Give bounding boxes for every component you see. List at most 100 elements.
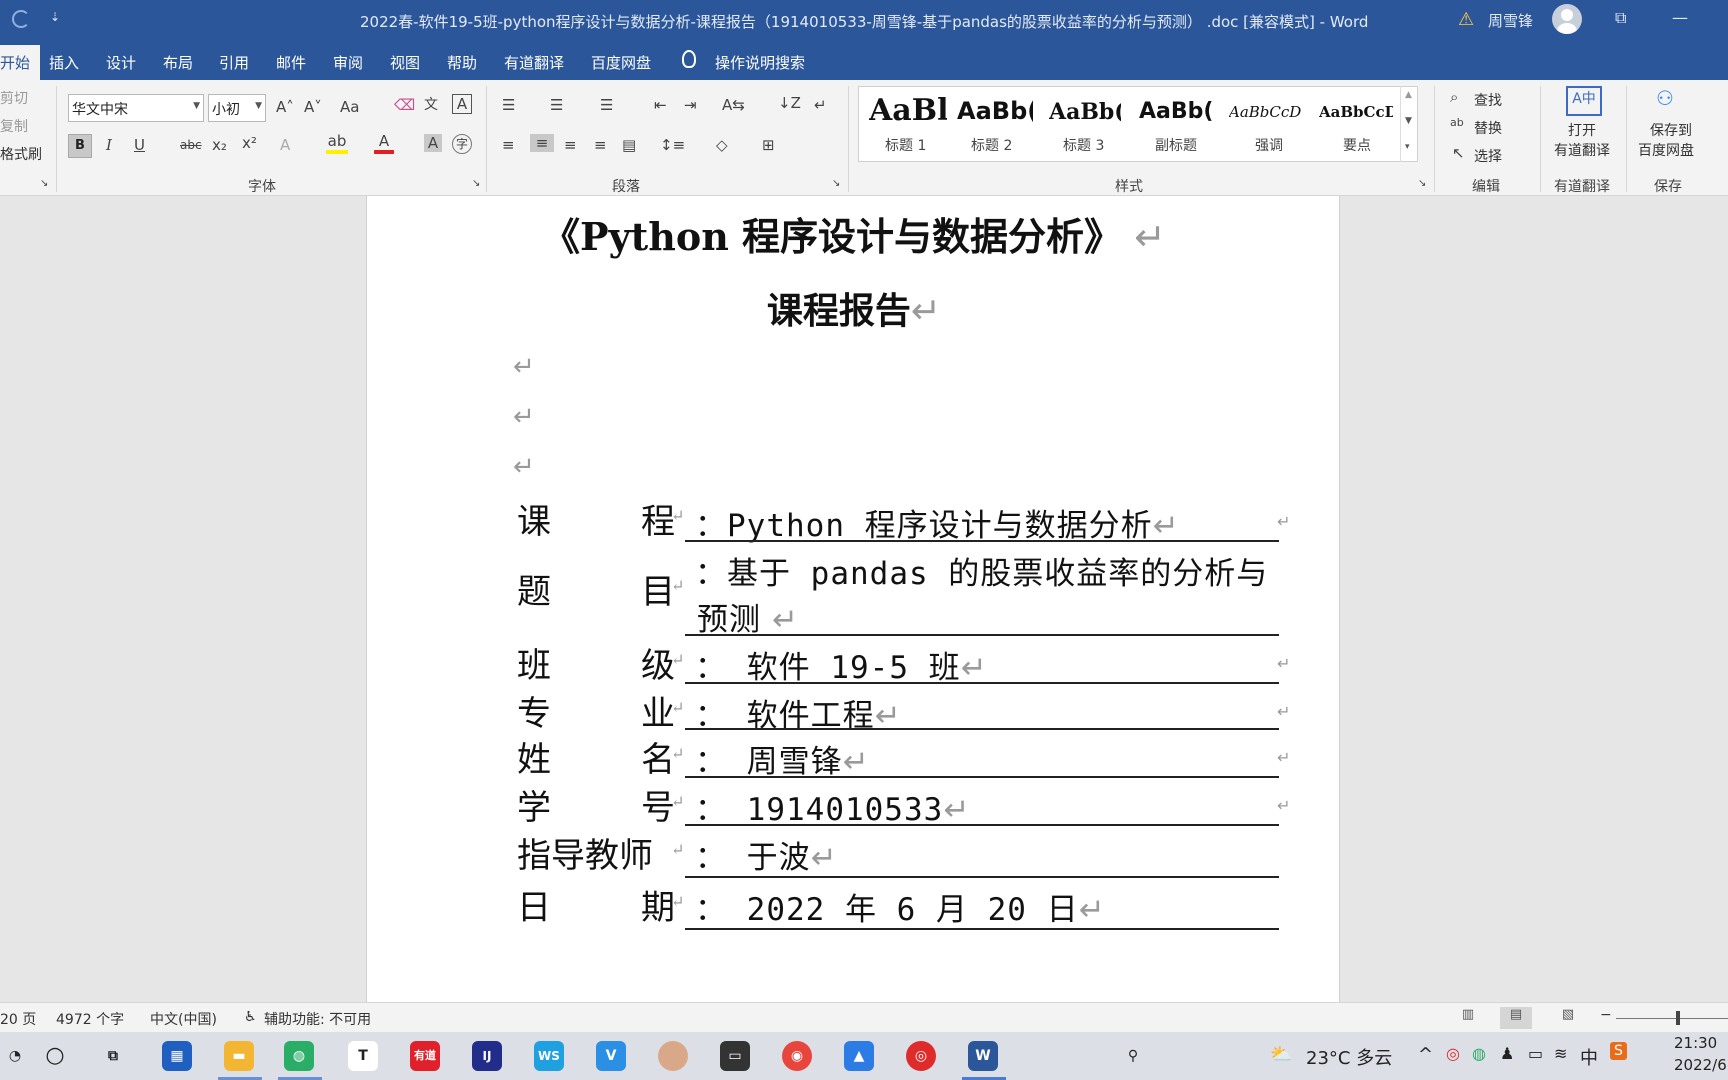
profile-photo-icon[interactable] <box>658 1041 688 1071</box>
tab-help[interactable]: 帮助 <box>447 52 477 73</box>
ime-indicator[interactable]: 中 <box>1580 1044 1598 1070</box>
accessibility-icon[interactable]: ♿ <box>244 1009 257 1025</box>
select-button[interactable]: 选择 <box>1474 146 1502 166</box>
user-name[interactable]: 周雪锋 <box>1488 10 1533 31</box>
replace-icon[interactable]: ab <box>1450 116 1464 129</box>
word-icon[interactable]: W <box>968 1041 998 1071</box>
enclose-characters-icon[interactable]: 字 <box>452 134 472 154</box>
chinese-layout-icon[interactable]: A⇆ <box>722 96 745 114</box>
phonetic-guide-icon[interactable]: 文 <box>424 94 438 114</box>
format-painter-button[interactable]: 格式刷 <box>0 144 42 164</box>
battery-icon[interactable]: ▭ <box>1528 1044 1543 1063</box>
photos-icon[interactable]: ▲ <box>844 1041 874 1071</box>
show-marks-icon[interactable]: ↵ <box>814 96 827 114</box>
search-icon[interactable]: ⌕ <box>1450 88 1458 106</box>
align-right-icon[interactable]: ≡ <box>564 136 577 154</box>
save-baidu-line1[interactable]: 保存到 <box>1650 120 1692 140</box>
language-status[interactable]: 中文(中国) <box>150 1009 217 1029</box>
typora-icon[interactable]: T <box>348 1041 378 1071</box>
weather-text[interactable]: 23°C 多云 <box>1306 1044 1392 1070</box>
accessibility-status[interactable]: 辅助功能: 不可用 <box>264 1009 371 1029</box>
bold-icon[interactable]: B <box>68 134 92 158</box>
warning-icon[interactable]: ⚠ <box>1458 9 1474 30</box>
tab-mailings[interactable]: 邮件 <box>276 52 306 73</box>
clear-formatting-icon[interactable]: ⌫ <box>394 96 415 114</box>
youdao-dict-icon[interactable]: 有道 <box>410 1041 440 1071</box>
task-view-icon[interactable]: ⧉ <box>98 1041 128 1071</box>
tab-home[interactable]: 开始 <box>0 45 41 80</box>
cut-button[interactable]: 剪切 <box>0 88 28 108</box>
autosave-icon[interactable] <box>12 10 30 28</box>
tab-layout[interactable]: 布局 <box>163 52 193 73</box>
zoom-slider[interactable] <box>1616 1018 1728 1019</box>
youdao-translate-icon[interactable]: A中 <box>1566 86 1602 116</box>
zoom-out-icon[interactable]: − <box>1600 1007 1612 1023</box>
shrink-font-icon[interactable]: A˅ <box>304 98 322 116</box>
print-layout-icon[interactable]: ▤ <box>1500 1007 1532 1029</box>
align-center-icon[interactable]: ≡ <box>530 134 554 152</box>
more-styles-icon[interactable]: ▾ <box>1405 142 1410 152</box>
bullets-icon[interactable]: ☰ <box>502 96 515 114</box>
chrome-icon[interactable]: ◉ <box>782 1041 812 1071</box>
tab-insert[interactable]: 插入 <box>49 52 79 73</box>
dialog-launcher-icon[interactable]: ↘ <box>1418 178 1426 189</box>
underline-icon[interactable]: U <box>134 136 145 154</box>
align-left-icon[interactable]: ≡ <box>502 136 515 154</box>
chevron-up-icon[interactable]: ^ <box>1418 1044 1433 1065</box>
numbering-icon[interactable]: ☰ <box>550 96 563 114</box>
text-effects-icon[interactable]: A <box>280 136 290 154</box>
lightbulb-icon[interactable] <box>682 50 696 68</box>
sogou-ime-icon[interactable]: S <box>1610 1042 1627 1060</box>
tab-view[interactable]: 视图 <box>390 52 420 73</box>
tell-me-search[interactable]: 操作说明搜索 <box>715 52 805 73</box>
webstorm-icon[interactable]: WS <box>534 1041 564 1071</box>
open-youdao-line2[interactable]: 有道翻译 <box>1554 140 1610 160</box>
wifi-icon[interactable]: ≋ <box>1554 1044 1567 1063</box>
open-youdao-line1[interactable]: 打开 <box>1568 120 1596 140</box>
file-explorer-icon[interactable]: ▬ <box>224 1041 254 1071</box>
font-size-combo[interactable]: 小初 ▼ <box>208 94 266 122</box>
web-layout-icon[interactable]: ▧ <box>1552 1007 1584 1029</box>
read-mode-icon[interactable]: ▥ <box>1452 1007 1484 1029</box>
qq-tray-icon[interactable]: ♟ <box>1500 1044 1514 1063</box>
highlight-icon[interactable]: ab <box>326 132 348 154</box>
document-page[interactable]: 《Python 程序设计与数据分析》 ↵ 课程报告↵ ↵ ↵ ↵ 课 程 ↵ ：… <box>366 196 1340 1002</box>
ribbon-display-options-icon[interactable]: ⧉ <box>1615 8 1626 28</box>
distributed-icon[interactable]: ▤ <box>622 136 636 154</box>
vscode-icon[interactable]: V <box>596 1041 626 1071</box>
change-case-icon[interactable]: Aa <box>340 98 359 116</box>
copy-button[interactable]: 复制 <box>0 116 28 136</box>
windows-start-icon[interactable]: ◔ <box>0 1041 30 1071</box>
word-count[interactable]: 4972 个字 <box>56 1009 124 1029</box>
cursor-icon[interactable]: ↖ <box>1452 144 1465 162</box>
search-icon[interactable]: ○ <box>40 1041 70 1071</box>
strikethrough-icon[interactable]: abc <box>180 138 202 152</box>
gallery-scroll[interactable]: ▲ ▼ ▾ <box>1400 86 1418 162</box>
clock-time[interactable]: 21:30 <box>1674 1034 1717 1052</box>
netease-music-icon[interactable]: ◎ <box>906 1041 936 1071</box>
increase-indent-icon[interactable]: ⇥ <box>684 96 697 114</box>
terminal-icon[interactable]: ▭ <box>720 1041 750 1071</box>
tab-youdao[interactable]: 有道翻译 <box>504 52 564 73</box>
borders-icon[interactable]: ⊞ <box>762 136 775 154</box>
grow-font-icon[interactable]: A˄ <box>276 98 294 116</box>
justify-icon[interactable]: ≡ <box>594 136 607 154</box>
minimize-button[interactable]: — <box>1672 8 1688 27</box>
people-icon[interactable]: ⚲ <box>1118 1041 1148 1071</box>
tab-baidu[interactable]: 百度网盘 <box>591 52 651 73</box>
page-count[interactable]: 20 页 <box>0 1009 36 1029</box>
font-name-combo[interactable]: 华文中宋 ▼ <box>68 94 204 122</box>
character-border-icon[interactable]: A <box>452 94 472 114</box>
baidu-netdisk-icon[interactable]: ⚇ <box>1656 86 1674 110</box>
decrease-indent-icon[interactable]: ⇤ <box>654 96 667 114</box>
sort-icon[interactable]: ↓Z <box>778 94 801 112</box>
subscript-icon[interactable]: x₂ <box>212 136 227 154</box>
tab-references[interactable]: 引用 <box>219 52 249 73</box>
dialog-launcher-icon[interactable]: ↘ <box>472 178 480 189</box>
chevron-down-icon[interactable]: ▼ <box>1405 116 1412 126</box>
italic-icon[interactable]: I <box>106 136 112 154</box>
netease-tray-icon[interactable]: ◎ <box>1446 1044 1460 1063</box>
quick-access-toolbar[interactable]: ⇣ <box>50 10 60 24</box>
store-icon[interactable]: ▦ <box>162 1041 192 1071</box>
font-color-icon[interactable]: A <box>374 132 394 154</box>
